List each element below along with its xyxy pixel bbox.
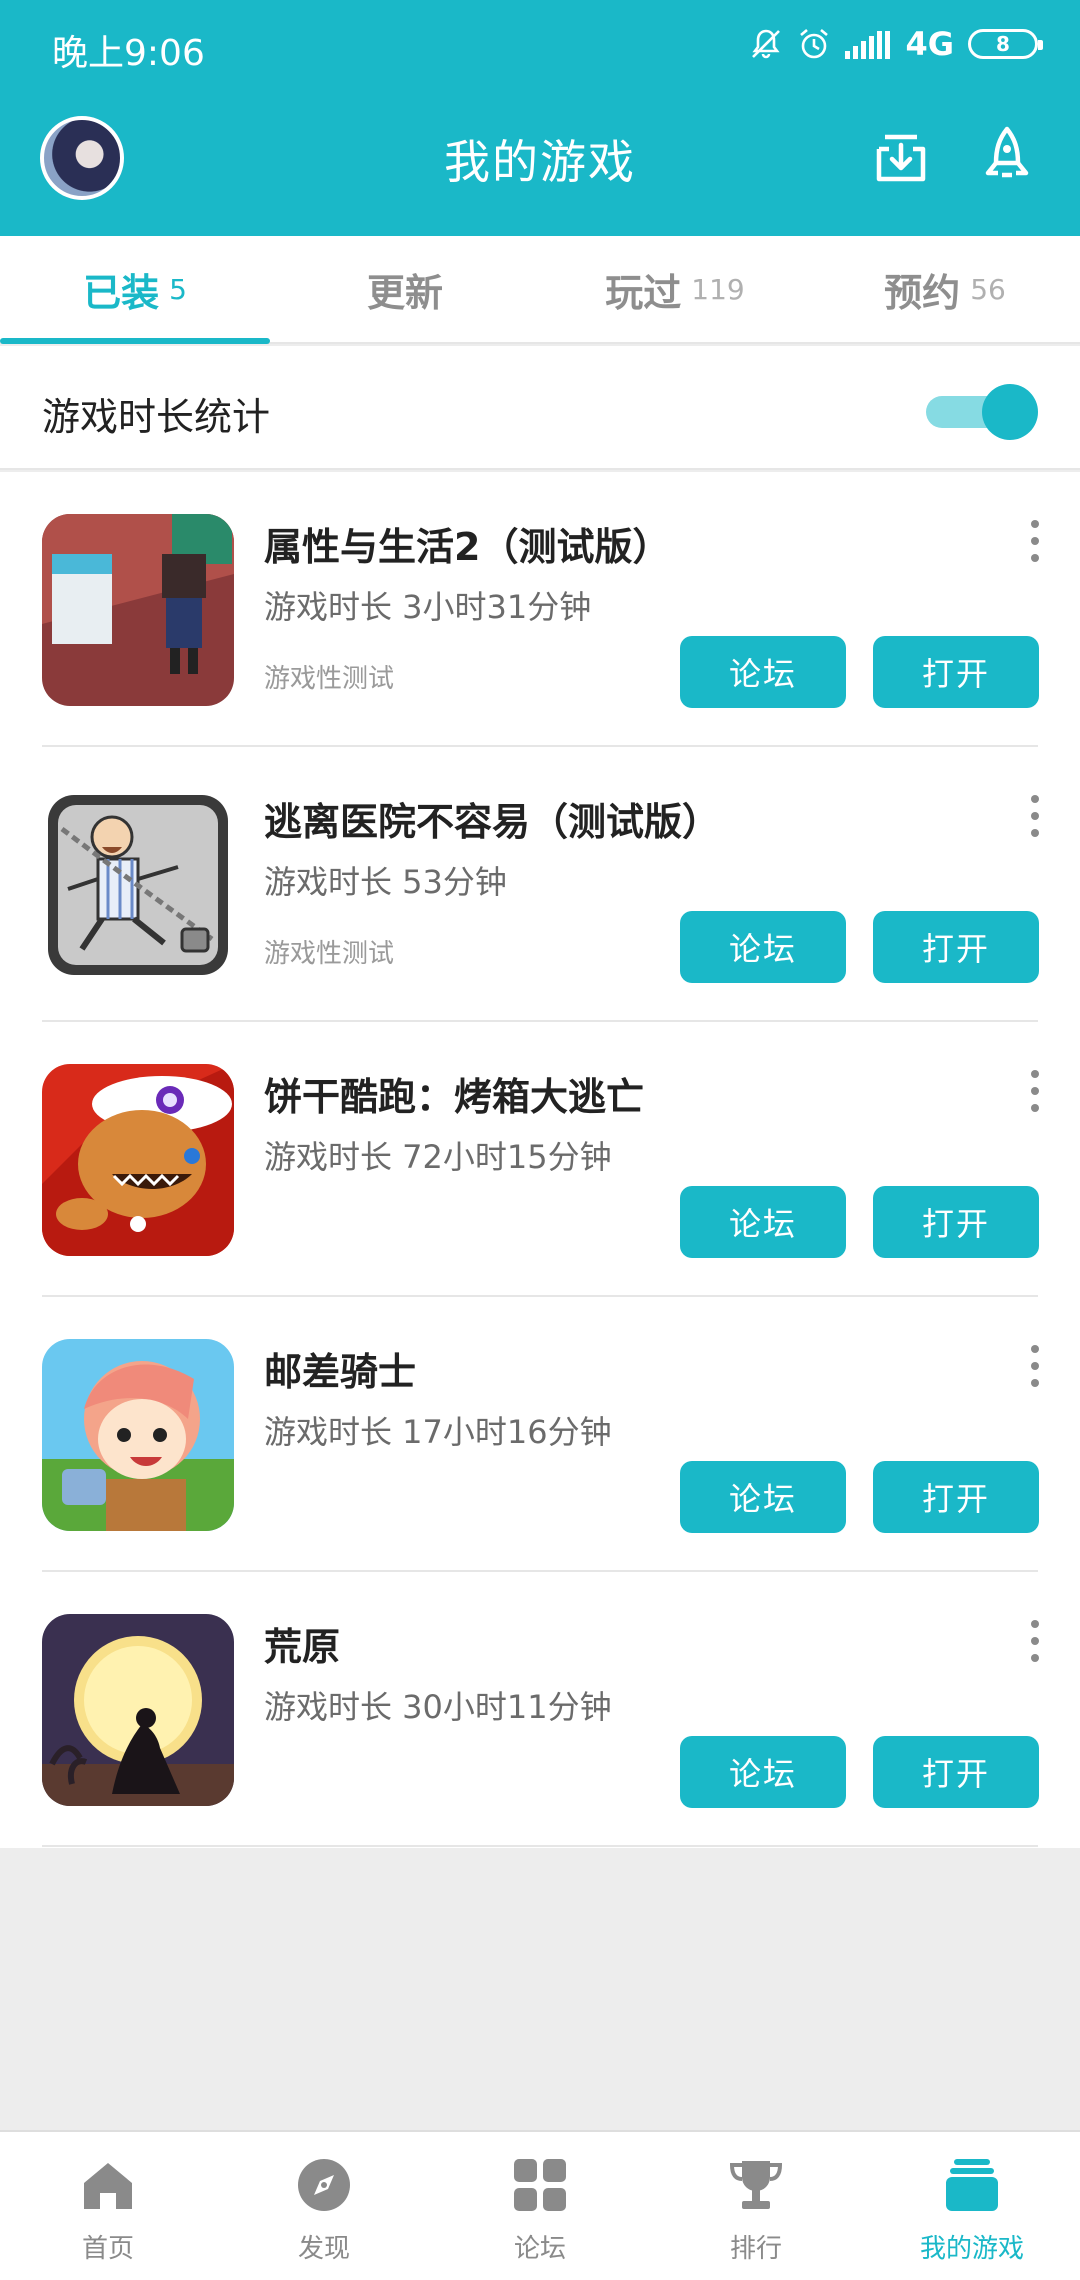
playtime-stats-label: 游戏时长统计	[42, 395, 271, 439]
open-button[interactable]: 打开	[873, 1736, 1039, 1808]
stack-icon	[941, 2154, 1003, 2216]
compass-icon	[293, 2154, 355, 2216]
list-item[interactable]: 荒原 游戏时长 30小时11分钟 论坛 打开	[0, 1572, 1080, 1847]
more-vertical-icon[interactable]	[1020, 1066, 1050, 1116]
list-item[interactable]: 逃离医院不容易（测试版） 游戏时长 53分钟 游戏性测试 论坛 打开	[0, 747, 1080, 1022]
forum-button[interactable]: 论坛	[680, 1186, 846, 1258]
forum-button[interactable]: 论坛	[680, 1461, 846, 1533]
game-playtime: 游戏时长 30小时11分钟	[264, 1688, 612, 1726]
game-tag: 游戏性测试	[264, 939, 395, 969]
game-title: 饼干酷跑：烤箱大逃亡	[264, 1075, 645, 1119]
nav-item-home[interactable]: 首页	[0, 2132, 216, 2280]
game-icon[interactable]	[42, 1064, 234, 1256]
title-bar: 我的游戏	[0, 92, 1080, 236]
nav-label: 发现	[297, 2234, 350, 2264]
header: 晚上9:06 4G 8 我的游戏	[0, 0, 1080, 236]
download-manager-icon[interactable]	[866, 122, 936, 192]
app-screen: 晚上9:06 4G 8 我的游戏 已装 5 更新 玩过 119 预约 56 游戏…	[0, 0, 1080, 2280]
mute-bell-icon	[749, 27, 783, 61]
game-icon[interactable]	[42, 1339, 234, 1531]
nav-label: 论坛	[513, 2234, 566, 2264]
nav-item-discover[interactable]: 发现	[216, 2132, 432, 2280]
battery-level: 8	[996, 32, 1010, 56]
game-icon[interactable]	[42, 514, 234, 706]
more-vertical-icon[interactable]	[1020, 516, 1050, 566]
list-item[interactable]: 属性与生活2（测试版） 游戏时长 3小时31分钟 游戏性测试 论坛 打开	[0, 472, 1080, 747]
game-icon[interactable]	[42, 789, 234, 981]
grid-icon	[509, 2154, 571, 2216]
game-icon[interactable]	[42, 1614, 234, 1806]
tab-label: 玩过	[605, 270, 682, 315]
game-title: 邮差骑士	[264, 1350, 417, 1394]
tab-reserved[interactable]: 预约 56	[810, 236, 1080, 342]
alarm-icon	[797, 27, 831, 61]
game-title: 荒原	[264, 1625, 341, 1669]
nav-label: 排行	[729, 2234, 782, 2264]
signal-icon	[845, 29, 891, 59]
open-button[interactable]: 打开	[873, 1461, 1039, 1533]
forum-button[interactable]: 论坛	[680, 911, 846, 983]
tab-bar: 已装 5 更新 玩过 119 预约 56	[0, 236, 1080, 344]
game-title: 逃离医院不容易（测试版）	[264, 800, 721, 844]
game-title: 属性与生活2（测试版）	[264, 525, 671, 569]
open-button[interactable]: 打开	[873, 911, 1039, 983]
toggle-thumb	[982, 384, 1038, 440]
nav-label: 首页	[81, 2234, 134, 2264]
forum-button[interactable]: 论坛	[680, 636, 846, 708]
tab-label: 预约	[884, 270, 961, 315]
tab-played[interactable]: 玩过 119	[540, 236, 810, 342]
playtime-stats-row: 游戏时长统计	[0, 346, 1080, 470]
nav-item-forum[interactable]: 论坛	[432, 2132, 648, 2280]
tab-count: 119	[691, 272, 745, 306]
open-button[interactable]: 打开	[873, 636, 1039, 708]
list-item[interactable]: 饼干酷跑：烤箱大逃亡 游戏时长 72小时15分钟 论坛 打开	[0, 1022, 1080, 1297]
game-tag: 游戏性测试	[264, 664, 395, 694]
tab-count: 5	[169, 272, 187, 306]
bottom-nav: 首页 发现 论坛 排行 我的游戏	[0, 2130, 1080, 2280]
tab-label: 已装	[83, 270, 160, 315]
game-playtime: 游戏时长 3小时31分钟	[264, 588, 592, 626]
home-icon	[77, 2154, 139, 2216]
list-item[interactable]: 邮差骑士 游戏时长 17小时16分钟 论坛 打开	[0, 1297, 1080, 1572]
more-vertical-icon[interactable]	[1020, 791, 1050, 841]
more-vertical-icon[interactable]	[1020, 1341, 1050, 1391]
status-time: 晚上9:06	[52, 33, 205, 74]
tab-label: 更新	[366, 270, 443, 315]
divider	[42, 1845, 1038, 1847]
rocket-icon[interactable]	[972, 122, 1042, 192]
battery-icon: 8	[968, 29, 1043, 59]
tab-updates[interactable]: 更新	[270, 236, 540, 342]
status-icons: 4G 8	[749, 22, 1043, 66]
nav-label: 我的游戏	[919, 2234, 1024, 2264]
game-playtime: 游戏时长 53分钟	[264, 863, 507, 901]
network-type: 4G	[905, 25, 954, 63]
nav-item-my-games[interactable]: 我的游戏	[864, 2132, 1080, 2280]
forum-button[interactable]: 论坛	[680, 1736, 846, 1808]
status-bar: 晚上9:06 4G 8	[0, 0, 1080, 92]
tab-installed[interactable]: 已装 5	[0, 236, 270, 342]
open-button[interactable]: 打开	[873, 1186, 1039, 1258]
playtime-stats-toggle[interactable]	[926, 384, 1040, 440]
more-vertical-icon[interactable]	[1020, 1616, 1050, 1666]
nav-item-ranking[interactable]: 排行	[648, 2132, 864, 2280]
game-list: 属性与生活2（测试版） 游戏时长 3小时31分钟 游戏性测试 论坛 打开 逃离医…	[0, 472, 1080, 1848]
game-playtime: 游戏时长 17小时16分钟	[264, 1413, 612, 1451]
game-playtime: 游戏时长 72小时15分钟	[264, 1138, 612, 1176]
tab-count: 56	[970, 272, 1006, 306]
tab-indicator	[0, 338, 270, 344]
trophy-icon	[725, 2154, 787, 2216]
